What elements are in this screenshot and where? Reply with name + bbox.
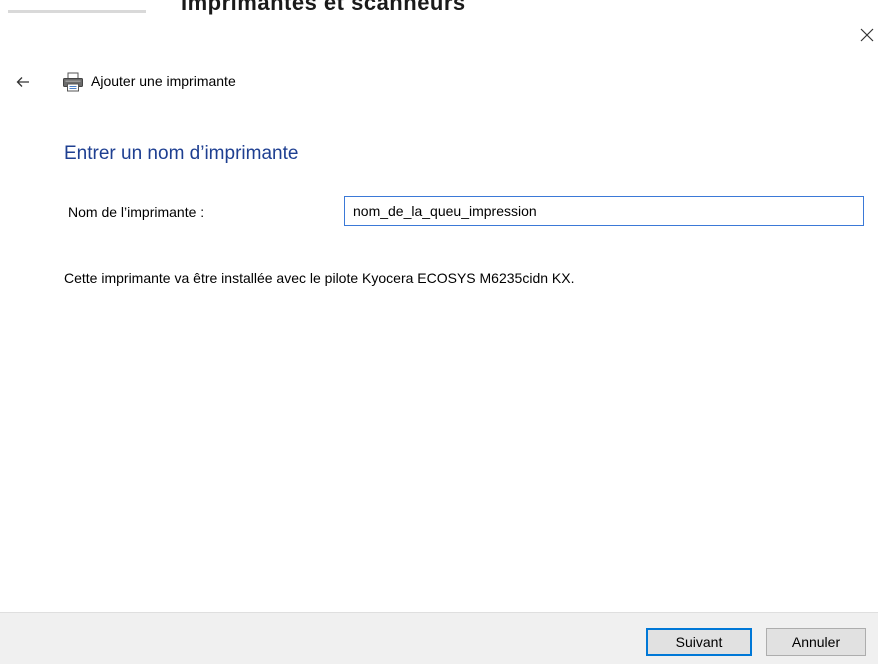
- background-window-title: Imprimantes et scanneurs: [181, 0, 466, 15]
- close-button[interactable]: [856, 22, 878, 48]
- next-button[interactable]: Suivant: [646, 628, 752, 656]
- back-button[interactable]: [12, 71, 34, 93]
- wizard-title: Ajouter une imprimante: [91, 73, 236, 89]
- wizard-footer: Suivant Annuler: [0, 612, 878, 664]
- cancel-button[interactable]: Annuler: [766, 628, 866, 656]
- driver-info-text: Cette imprimante va être installée avec …: [64, 270, 575, 286]
- page-heading: Entrer un nom d’imprimante: [64, 143, 299, 164]
- back-arrow-icon: [16, 77, 29, 87]
- printer-name-label: Nom de l’imprimante :: [68, 204, 205, 220]
- background-window-bar: [8, 10, 146, 13]
- add-printer-wizard: Imprimantes et scanneurs Ajouter une imp…: [0, 0, 878, 664]
- printer-name-input[interactable]: [344, 196, 864, 226]
- close-icon: [860, 28, 874, 42]
- printer-icon: [63, 72, 83, 92]
